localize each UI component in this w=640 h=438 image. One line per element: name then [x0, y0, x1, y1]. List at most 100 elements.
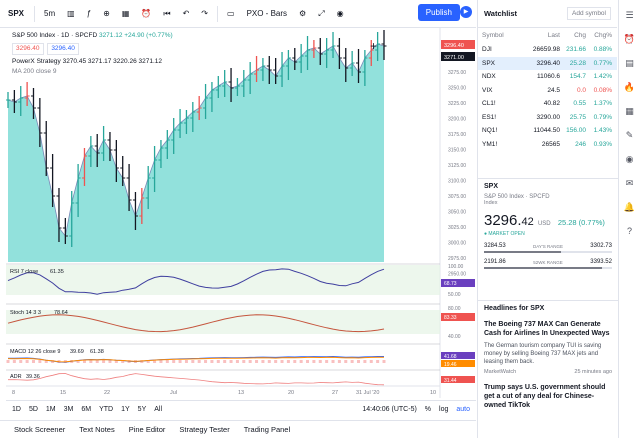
legend-ohlc: 3271.12 +24.90 (+0.77%) — [98, 32, 173, 39]
watchlist-cell-symbol: SPX — [482, 59, 496, 67]
compare-icon[interactable]: ⊕ — [100, 7, 113, 20]
templates-icon[interactable]: ▦ — [119, 7, 133, 20]
add-symbol-button[interactable]: Add symbol — [567, 7, 611, 20]
watchlist-row-es1[interactable]: ES1! 3290.00 25.75 0.79% — [478, 111, 617, 125]
detail-symbol: SPX — [484, 183, 499, 190]
range-6m[interactable]: 6M — [81, 406, 91, 413]
macd-hist-bar — [197, 360, 201, 363]
col-chg[interactable]: Chg — [560, 32, 586, 39]
alerts-icon[interactable]: ⏰ — [624, 34, 635, 44]
replay-icon[interactable]: ⏮ — [160, 7, 173, 21]
watchlist-row-cl1[interactable]: CL1! 40.82 0.55 1.37% — [478, 97, 617, 111]
range-5y[interactable]: 5Y — [138, 406, 147, 413]
watchlist-title[interactable]: Watchlist — [484, 9, 517, 18]
calendar-icon[interactable]: ▦ — [625, 106, 634, 116]
watchlist-row-dji[interactable]: DJI 26659.98 231.66 0.88% — [478, 43, 617, 57]
stoch-axis-tag: 83.33 — [444, 315, 457, 321]
range-bar: 1D 5D 1M 3M 6M YTD 1Y 5Y All 14:40:06 (U… — [6, 400, 476, 418]
clock[interactable]: 14:40:06 (UTC-5) — [362, 406, 416, 413]
percent-toggle[interactable]: % — [425, 406, 431, 413]
tab-pine-editor[interactable]: Pine Editor — [129, 425, 166, 434]
tab-text-notes[interactable]: Text Notes — [79, 425, 114, 434]
tab-stock-screener[interactable]: Stock Screener — [14, 425, 65, 434]
chat-icon[interactable]: ✉ — [626, 178, 634, 188]
range-1y[interactable]: 1Y — [121, 406, 130, 413]
layout-icon[interactable]: ▭ — [224, 7, 238, 20]
alert-icon[interactable]: ⏰ — [138, 7, 154, 20]
news-item[interactable]: The Boeing 737 MAX Can Generate Cash for… — [484, 320, 612, 375]
range-1d[interactable]: 1D — [12, 406, 21, 413]
play-icon[interactable]: ▶ — [460, 6, 472, 18]
adr-value: 39.36 — [26, 374, 40, 380]
symbol-search-button[interactable]: SPX — [4, 7, 28, 20]
buy-button[interactable]: 3296.40 — [47, 43, 79, 55]
legend-title[interactable]: S&P 500 Index · 1D · SPCFD — [12, 32, 97, 39]
macd-hist-bar — [108, 360, 112, 363]
ideas-icon[interactable]: ✎ — [626, 130, 634, 140]
price-axis-label: 3225.00 — [448, 101, 466, 107]
notifications-icon[interactable]: 🔔 — [624, 202, 635, 212]
watchlist-row-spx[interactable]: SPX 3296.40 25.28 0.77% — [478, 56, 617, 70]
macd-hist-bar — [261, 360, 265, 363]
news-time: 25 minutes ago — [574, 369, 612, 375]
interval-select[interactable]: 5m — [41, 7, 58, 20]
range-3m[interactable]: 3M — [64, 406, 74, 413]
watchlist-row-vix[interactable]: VIX 24.5 0.0 0.08% — [478, 84, 617, 98]
detail-price-dec: 42 — [521, 216, 534, 228]
news-title[interactable]: Trump says U.S. government should get a … — [484, 383, 612, 410]
snapshot-icon[interactable]: ◉ — [334, 7, 347, 20]
watchlist-cell-chg: 0.0 — [576, 86, 586, 94]
macd-hist-bar — [19, 360, 23, 363]
range-ytd[interactable]: YTD — [99, 406, 113, 413]
fullscreen-icon[interactable]: ⤢ — [315, 7, 327, 21]
ma-legend[interactable]: MA 200 close 9 — [12, 67, 173, 77]
chart-area[interactable]: 3275.00 3250.00 3225.00 3200.00 3175.00 3150.… — [5, 28, 476, 398]
divider — [217, 5, 218, 22]
stoch-value: 78.64 — [54, 310, 68, 316]
streams-icon[interactable]: ◉ — [626, 154, 634, 164]
help-icon[interactable]: ? — [627, 226, 632, 236]
macd-hist-bar — [184, 360, 188, 363]
news-header[interactable]: Headlines for SPX — [484, 305, 612, 312]
sell-button[interactable]: 3296.40 — [12, 43, 44, 55]
hotlist-icon[interactable]: 🔥 — [624, 82, 635, 92]
range-all[interactable]: All — [154, 406, 162, 413]
adr-axis-tag: 31.44 — [444, 378, 457, 384]
watchlist-row-ym1[interactable]: YM1! 26565 246 0.93% — [478, 138, 617, 152]
chart-canvas[interactable]: 3275.00 3250.00 3225.00 3200.00 3175.00 3150.… — [5, 28, 476, 398]
redo-icon[interactable]: ↷ — [198, 7, 211, 20]
macd-hist-bar — [178, 360, 182, 363]
undo-icon[interactable]: ↶ — [180, 7, 193, 20]
watchlist-cell-chg: 156.00 — [566, 127, 586, 135]
log-toggle[interactable]: log — [439, 406, 448, 413]
price-axis-label: 3025.00 — [448, 225, 466, 231]
settings-icon[interactable]: ⚙ — [296, 7, 309, 20]
range-1m[interactable]: 1M — [46, 406, 56, 413]
watchlist-row-nq1[interactable]: NQ1! 11044.50 156.00 1.43% — [478, 124, 617, 138]
chart-layout-select[interactable]: PXO - Bars — [244, 7, 290, 20]
macd-hist-bar — [31, 360, 35, 363]
watchlist-row-ndx[interactable]: NDX 11060.6 154.7 1.42% — [478, 70, 617, 84]
chart-style-icon[interactable]: ▥ — [64, 7, 78, 20]
indicators-icon[interactable]: ƒ — [84, 7, 94, 20]
macd-hist-bar — [286, 360, 290, 363]
col-last[interactable]: Last — [526, 32, 560, 39]
tab-trading-panel[interactable]: Trading Panel — [244, 425, 290, 434]
news-item[interactable]: Trump says U.S. government should get a … — [484, 383, 612, 410]
tab-strategy-tester[interactable]: Strategy Tester — [179, 425, 229, 434]
watchlist-cell-last: 26659.98 — [532, 46, 560, 54]
bottom-tabs: Stock Screener Text Notes Pine Editor St… — [0, 420, 476, 438]
time-axis-label: 10 — [430, 390, 436, 396]
detail-type: Index — [484, 200, 498, 206]
range-5d[interactable]: 5D — [29, 406, 38, 413]
col-symbol[interactable]: Symbol — [482, 32, 526, 39]
data-window-icon[interactable]: ▤ — [625, 58, 634, 68]
auto-toggle[interactable]: auto — [456, 406, 470, 413]
col-chg-pct[interactable]: Chg% — [586, 32, 612, 39]
watchlist-icon[interactable]: ☰ — [625, 10, 633, 20]
publish-button[interactable]: Publish — [417, 4, 460, 21]
news-title[interactable]: The Boeing 737 MAX Can Generate Cash for… — [484, 320, 612, 338]
detail-change: 25.28 (0.77%) — [557, 218, 605, 227]
macd-hist-bar — [293, 360, 297, 363]
strategy-legend[interactable]: PowerX Strategy 3270.45 3271.17 3220.26 … — [12, 57, 173, 67]
